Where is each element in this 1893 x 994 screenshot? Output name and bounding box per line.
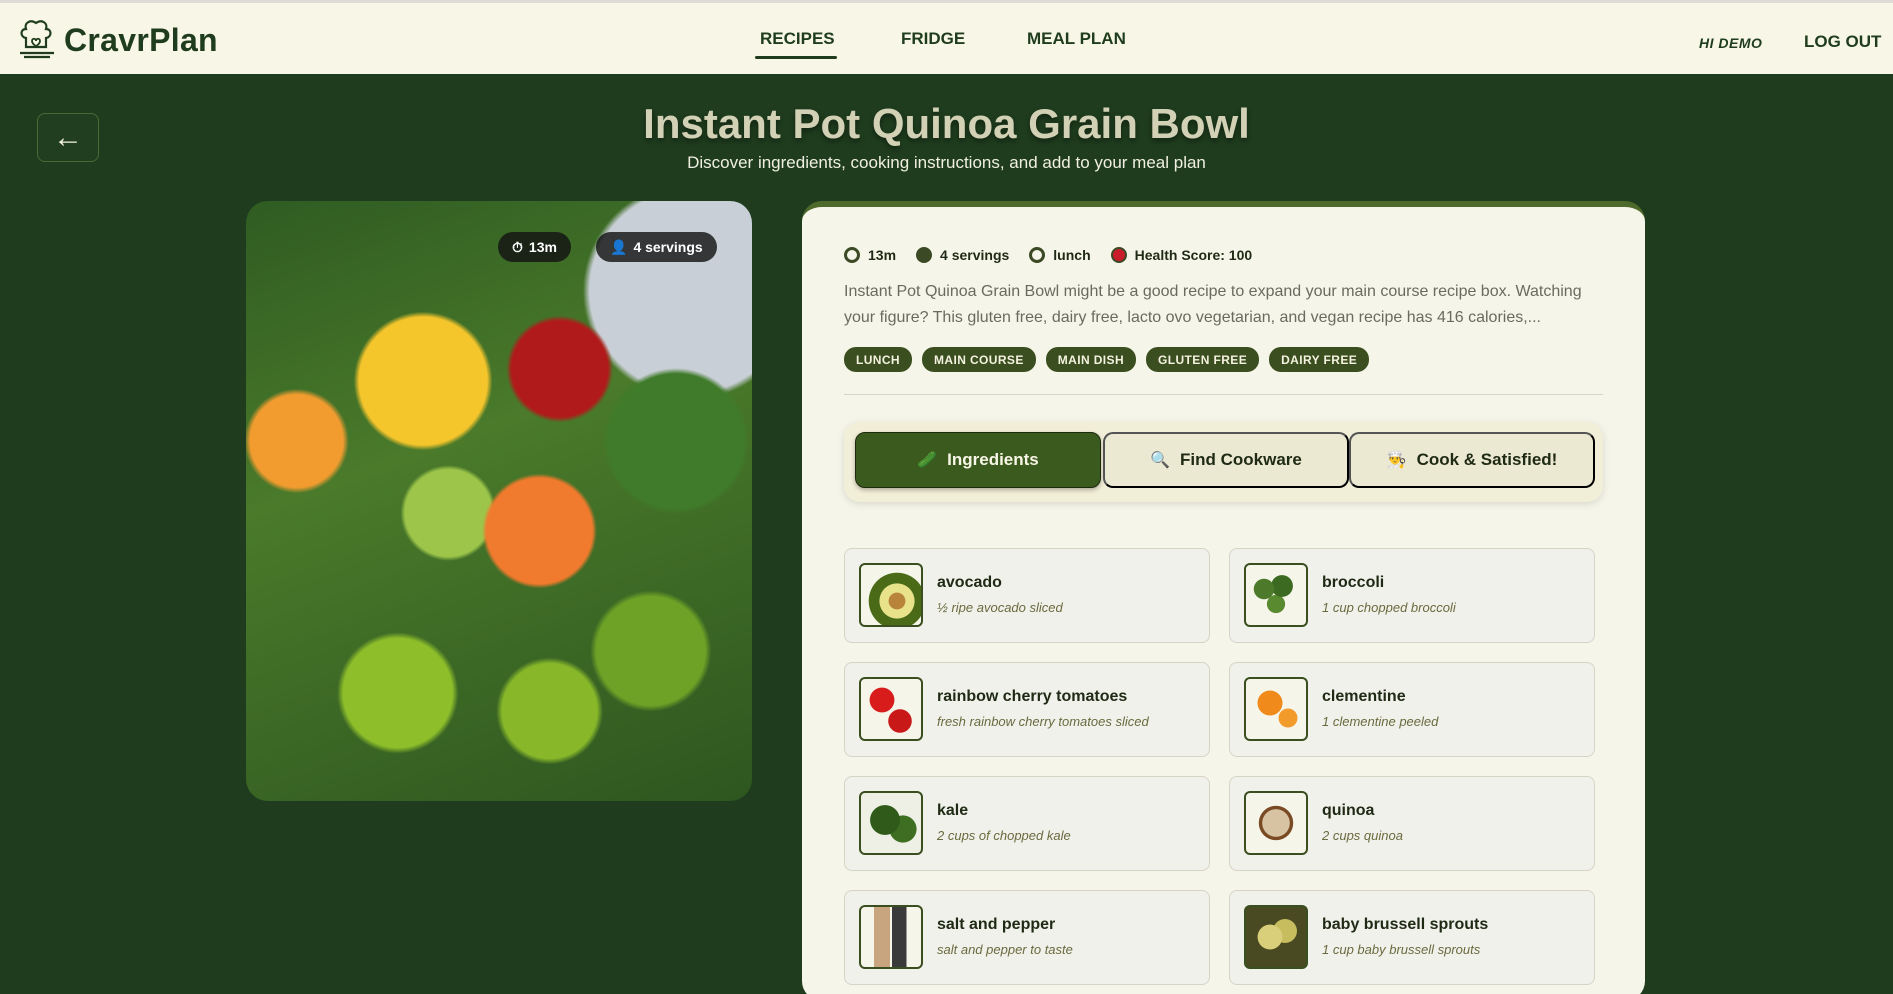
meta-time: 13m (844, 247, 896, 263)
nav-recipes[interactable]: RECIPES (760, 29, 835, 49)
image-time-value: 13m (528, 239, 557, 255)
image-servings-badge: 👤 4 servings (596, 232, 717, 262)
meta-servings-value: 4 servings (940, 247, 1010, 263)
clock-icon (844, 247, 860, 263)
ingredient-name: kale (937, 802, 969, 819)
cucumber-icon: 🥒 (917, 452, 938, 469)
search-icon: 🔍 (1150, 452, 1171, 469)
ingredient-card[interactable]: kale 2 cups of chopped kale (844, 776, 1210, 871)
meta-time-value: 13m (868, 247, 897, 263)
ingredient-quantity: 2 cups of chopped kale (937, 828, 1071, 843)
tab-ingredients-label: Ingredients (947, 450, 1039, 469)
ingredient-name: rainbow cherry tomatoes (937, 688, 1128, 705)
salt-pepper-image (859, 905, 923, 969)
sprouts-image (1244, 905, 1308, 969)
ingredient-quantity: 1 cup baby brussell sprouts (1322, 942, 1481, 957)
nav-fridge[interactable]: FRIDGE (901, 29, 965, 49)
ingredient-quantity: salt and pepper to taste (937, 942, 1073, 957)
recipe-tabs: 🥒 Ingredients 🔍 Find Cookware 👨‍🍳 Cook &… (844, 422, 1603, 502)
image-time-badge: ⏱ 13m (498, 232, 571, 262)
clementine-image (1244, 677, 1308, 741)
tab-cook-satisfied-label: Cook & Satisfied! (1416, 450, 1558, 469)
ingredient-card[interactable]: clementine 1 clementine peeled (1229, 662, 1595, 757)
ingredient-quantity: 1 cup chopped broccoli (1322, 600, 1456, 615)
nav-active-indicator (755, 56, 837, 59)
ingredient-card[interactable]: salt and pepper salt and pepper to taste (844, 890, 1210, 985)
ingredient-card[interactable]: broccoli 1 cup chopped broccoli (1229, 548, 1595, 643)
ingredient-name: baby brussell sprouts (1322, 916, 1489, 933)
tag-gluten-free: GLUTEN FREE (1146, 347, 1260, 372)
ingredient-name: avocado (937, 574, 1002, 591)
ingredient-name: quinoa (1322, 802, 1375, 819)
tag-main-course: MAIN COURSE (922, 347, 1036, 372)
meta-meal-type: lunch (1029, 247, 1091, 263)
page-subtitle: Discover ingredients, cooking instructio… (687, 153, 1206, 172)
meta-health-score: Health Score: 100 (1110, 247, 1253, 263)
tab-find-cookware[interactable]: 🔍 Find Cookware (1103, 432, 1349, 488)
ingredient-card[interactable]: quinoa 2 cups quinoa (1229, 776, 1595, 871)
ingredient-quantity: fresh rainbow cherry tomatoes sliced (937, 714, 1149, 729)
ingredient-quantity: 1 clementine peeled (1322, 714, 1439, 729)
recipe-tags: LUNCH MAIN COURSE MAIN DISH GLUTEN FREE … (844, 347, 1370, 372)
servings-icon (916, 247, 933, 263)
timer-icon: ⏱ (512, 238, 523, 255)
avocado-image (859, 563, 923, 627)
tag-main-dish: MAIN DISH (1045, 347, 1137, 372)
divider (844, 394, 1603, 395)
meta-servings: 4 servings (916, 247, 1009, 263)
meta-health-value: Health Score: 100 (1134, 247, 1253, 263)
ingredient-card[interactable]: baby brussell sprouts 1 cup baby brussel… (1229, 890, 1595, 985)
top-navbar: CravrPlan RECIPES FRIDGE MEAL PLAN HI DE… (0, 0, 1893, 74)
user-greeting: HI DEMO (1699, 35, 1763, 51)
broccoli-image (1244, 563, 1308, 627)
heart-icon (1110, 247, 1127, 263)
chef-hat-logo-icon (20, 20, 54, 59)
kale-image (859, 791, 923, 855)
ingredient-name: salt and pepper (937, 916, 1056, 933)
tab-ingredients[interactable]: 🥒 Ingredients (855, 432, 1101, 488)
recipe-image: ⏱ 13m 👤 4 servings (246, 201, 752, 801)
meal-type-icon (1029, 247, 1046, 263)
tag-lunch: LUNCH (844, 347, 912, 372)
meta-meal-type-value: lunch (1053, 247, 1091, 263)
ingredient-name: clementine (1322, 688, 1406, 705)
logo[interactable]: CravrPlan (16, 17, 218, 63)
person-icon: 👤 (610, 238, 628, 255)
ingredient-quantity: 2 cups quinoa (1322, 828, 1403, 843)
ingredient-name: broccoli (1322, 574, 1385, 591)
ingredient-quantity: ½ ripe avocado sliced (937, 600, 1063, 615)
tab-cook-satisfied[interactable]: 👨‍🍳 Cook & Satisfied! (1349, 432, 1595, 488)
image-servings-value: 4 servings (633, 239, 703, 255)
tomato-image (859, 677, 923, 741)
recipe-meta: 13m 4 servings lunch Health Score: 100 (844, 247, 1272, 263)
logo-text: CravrPlan (64, 21, 218, 58)
quinoa-image (1244, 791, 1308, 855)
tag-dairy-free: DAIRY FREE (1269, 347, 1370, 372)
nav-meal-plan[interactable]: MEAL PLAN (1027, 29, 1126, 49)
logout-button[interactable]: LOG OUT (1804, 32, 1881, 52)
recipe-description: Instant Pot Quinoa Grain Bowl might be a… (844, 283, 1582, 326)
chef-icon: 👨‍🍳 (1386, 452, 1407, 469)
recipe-detail-panel: 13m 4 servings lunch Health Score: 100 I… (802, 201, 1645, 994)
ingredient-card[interactable]: rainbow cherry tomatoes fresh rainbow ch… (844, 662, 1210, 757)
tab-find-cookware-label: Find Cookware (1180, 450, 1302, 469)
page-title: Instant Pot Quinoa Grain Bowl (643, 100, 1250, 147)
ingredient-card[interactable]: avocado ½ ripe avocado sliced (844, 548, 1210, 643)
